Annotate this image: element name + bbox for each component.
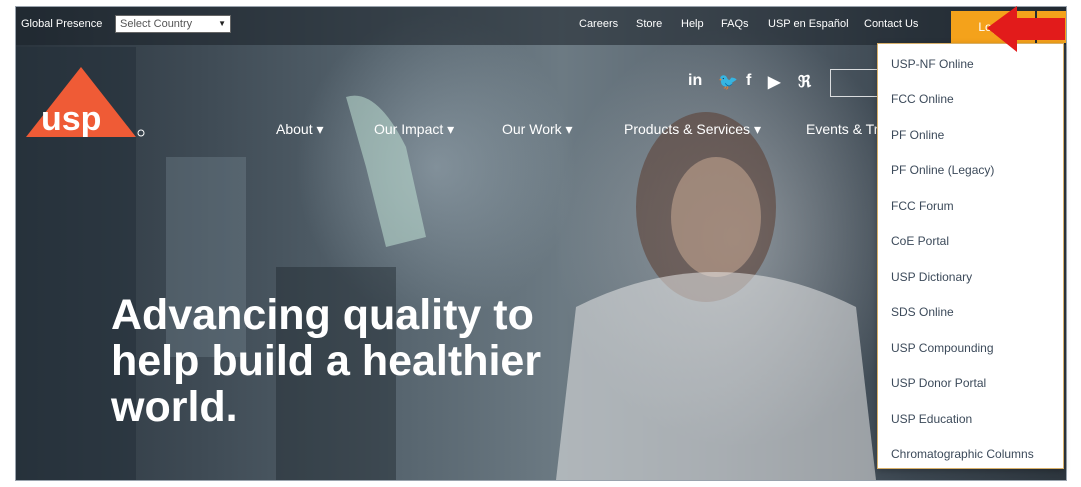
nav-our-impact-label: Our Impact: [374, 121, 444, 137]
top-link-contact[interactable]: Contact Us: [864, 18, 918, 30]
headline-line-3: world.: [111, 383, 238, 431]
menu-item-fcc-online[interactable]: FCC Online: [891, 92, 954, 106]
menu-item-sds-online[interactable]: SDS Online: [891, 305, 954, 319]
menu-item-usp-dictionary[interactable]: USP Dictionary: [891, 270, 972, 284]
menu-item-fcc-forum[interactable]: FCC Forum: [891, 199, 954, 213]
nav-about-label: About: [276, 121, 313, 137]
top-link-careers[interactable]: Careers: [579, 18, 618, 30]
menu-item-usp-nf-online[interactable]: USP-NF Online: [891, 57, 974, 71]
nav-events-label: Events & Tr: [806, 121, 879, 137]
top-link-help[interactable]: Help: [681, 18, 704, 30]
headline-line-1: Advancing quality to: [111, 291, 534, 339]
menu-item-pf-online-legacy[interactable]: PF Online (Legacy): [891, 163, 994, 177]
red-arrow-annotation-icon: [987, 6, 1065, 52]
menu-item-coe-portal[interactable]: CoE Portal: [891, 234, 949, 248]
top-link-faqs[interactable]: FAQs: [721, 18, 749, 30]
chevron-down-icon: ▾: [565, 121, 573, 137]
nav-our-work[interactable]: Our Work ▾: [502, 121, 573, 138]
top-utility-bar: Global Presence Select Country ▼ Careers…: [16, 7, 1066, 45]
chevron-down-icon: ▼: [218, 19, 226, 28]
nav-products-label: Products & Services: [624, 121, 751, 137]
search-input[interactable]: [830, 69, 880, 97]
menu-item-pf-online[interactable]: PF Online: [891, 128, 944, 142]
chevron-down-icon: ▾: [753, 121, 761, 137]
chevron-down-icon: ▾: [447, 121, 455, 137]
logo-text: usp: [41, 100, 101, 138]
country-select[interactable]: Select Country ▼: [115, 15, 231, 33]
nav-events[interactable]: Events & Tr: [806, 121, 878, 137]
twitter-icon[interactable]: 🐦: [718, 72, 738, 92]
linkedin-icon[interactable]: in: [688, 72, 702, 90]
usp-logo[interactable]: usp: [26, 67, 146, 143]
top-link-espanol[interactable]: USP en Español: [768, 18, 849, 30]
menu-item-chromatographic-columns[interactable]: Chromatographic Columns: [891, 447, 1034, 461]
menu-item-usp-donor-portal[interactable]: USP Donor Portal: [891, 376, 986, 390]
top-link-store[interactable]: Store: [636, 18, 662, 30]
rss-icon[interactable]: ℜ: [798, 72, 811, 92]
nav-about[interactable]: About ▾: [276, 121, 324, 138]
headline-line-2: help build a healthier: [111, 337, 542, 385]
global-presence-label: Global Presence: [21, 18, 103, 30]
menu-item-usp-compounding[interactable]: USP Compounding: [891, 341, 994, 355]
nav-our-work-label: Our Work: [502, 121, 562, 137]
youtube-icon[interactable]: ▶: [768, 72, 780, 92]
nav-products-services[interactable]: Products & Services ▾: [624, 121, 761, 138]
login-dropdown-menu: USP-NF Online FCC Online PF Online PF On…: [877, 43, 1064, 469]
menu-item-usp-education[interactable]: USP Education: [891, 412, 972, 426]
facebook-icon[interactable]: f: [746, 72, 751, 90]
chevron-down-icon: ▾: [316, 121, 324, 137]
country-select-value: Select Country: [120, 18, 193, 30]
hero-headline: Advancing quality to help build a health…: [111, 292, 541, 430]
nav-our-impact[interactable]: Our Impact ▾: [374, 121, 454, 138]
